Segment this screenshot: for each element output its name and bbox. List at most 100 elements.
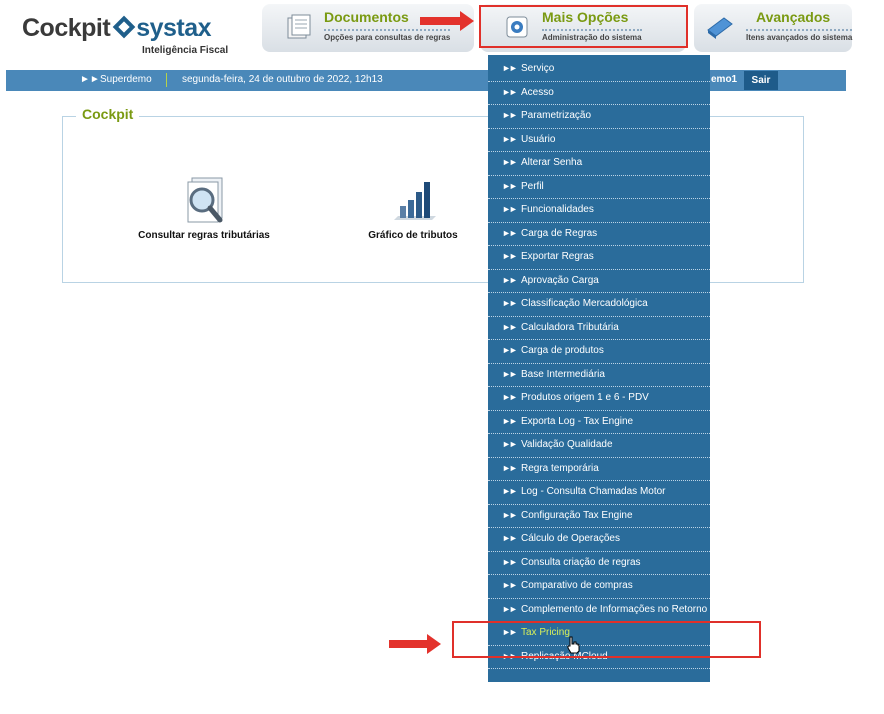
double-chevron-icon: ►► [502, 227, 518, 238]
double-chevron-icon: ►► [502, 603, 518, 614]
consultar-regras-label: Consultar regras tributárias [138, 230, 270, 241]
menu-item[interactable]: ►► Consulta criação de regras [488, 552, 710, 575]
logo-word-systax: systax [136, 14, 212, 42]
menu-item-label: Serviço [521, 63, 555, 74]
logo-diamond-icon [112, 15, 136, 39]
tab-documentos[interactable]: Documentos Opções para consultas de regr… [262, 4, 474, 52]
highlight-box-tax-pricing [452, 621, 761, 658]
tab-avancados-subtitle: Itens avançados do sistema [746, 29, 853, 42]
menu-item[interactable]: ►► Aprovação Carga [488, 270, 710, 293]
logo[interactable]: Cockpit systax Inteligência Fiscal [22, 12, 242, 56]
menu-item[interactable]: ►► Complemento de Informações no Retorno [488, 599, 710, 622]
menu-item-label: Funcionalidades [521, 204, 594, 215]
menu-item-label: Consulta criação de regras [521, 556, 641, 568]
menu-item[interactable]: ►► Parametrização [488, 105, 710, 129]
grafico-tributos-label: Gráfico de tributos [368, 230, 458, 241]
menu-item-label: Carga de Regras [521, 227, 598, 239]
double-chevron-icon: ►► [502, 580, 518, 590]
double-chevron-icon: ►► [502, 110, 518, 120]
menu-item-label: Usuário [521, 133, 556, 145]
diamond-icon [707, 17, 733, 39]
double-chevron-icon: ►► [502, 392, 518, 402]
menu-item-label: Regra temporária [521, 462, 599, 474]
menu-item[interactable]: ►► Calculadora Tributária [488, 317, 710, 340]
consultar-regras-link[interactable]: Consultar regras tributárias [130, 176, 278, 241]
grafico-tributos-link[interactable]: Gráfico de tributos [356, 176, 470, 241]
menu-item-label: Base Intermediária [521, 368, 605, 380]
current-user: Superdemo [100, 74, 152, 85]
tab-avancados[interactable]: Avançados Itens avançados do sistema [694, 4, 853, 52]
menu-item[interactable]: ►► Alterar Senha [488, 152, 710, 176]
menu-item[interactable]: ►► Exportar Regras [488, 246, 710, 270]
annotation-arrow-icon [420, 11, 474, 31]
double-chevron-icon: ►► [502, 180, 518, 191]
menu-item-label: Produtos origem 1 e 6 - PDV [521, 392, 649, 403]
current-date: segunda-feira, 24 de outubro de 2022, 12… [182, 74, 383, 85]
double-chevron-icon: ►► [502, 509, 518, 520]
menu-item[interactable]: ►► Log - Consulta Chamadas Motor [488, 481, 710, 505]
menu-item[interactable]: ►► Serviço [488, 58, 710, 82]
status-divider [166, 73, 167, 87]
menu-item-label: Carga de produtos [521, 345, 604, 356]
menu-item-label: Configuração Tax Engine [521, 509, 633, 521]
double-chevron-icon: ►► [502, 251, 518, 261]
tab-avancados-title: Avançados [756, 9, 831, 25]
double-chevron-icon: ►► [502, 368, 518, 379]
double-chevron-icon: ►► [502, 86, 518, 97]
current-user-right: emo1 [711, 74, 738, 85]
menu-item[interactable]: ►► Carga de produtos [488, 340, 710, 364]
double-chevron-icon: ►► [502, 133, 518, 144]
menu-item-label: Complemento de Informações no Retorno [521, 603, 708, 615]
mais-opcoes-dropdown: ►► Serviço ►► Acesso ►► Parametrização ►► Usuár… [488, 55, 710, 682]
double-chevron-icon: ►► [502, 486, 518, 496]
double-chevron-icon: ►► [502, 274, 518, 285]
menu-item[interactable]: ►► Regra temporária [488, 458, 710, 481]
menu-item-label: Cálculo de Operações [521, 533, 620, 544]
menu-item[interactable]: ►► Validação Qualidade [488, 434, 710, 458]
double-chevron-icon: ►► [80, 74, 100, 85]
menu-item-label: Parametrização [521, 110, 592, 121]
menu-item[interactable]: ►► Configuração Tax Engine [488, 505, 710, 528]
menu-item-label: Exportar Regras [521, 251, 594, 262]
menu-item[interactable]: ►► Acesso [488, 82, 710, 105]
double-chevron-icon: ►► [502, 556, 518, 567]
tab-documentos-subtitle: Opções para consultas de regras [324, 29, 451, 42]
logo-word-cockpit: Cockpit [22, 14, 111, 42]
logo-tagline: Inteligência Fiscal [142, 45, 229, 56]
double-chevron-icon: ►► [502, 345, 518, 355]
logo-wordmark: Cockpit systax [22, 14, 212, 43]
menu-item[interactable]: ►► Perfil [488, 176, 710, 199]
status-bar: ►► Superdemo segunda-feira, 24 de outubr… [6, 70, 846, 91]
menu-item[interactable]: ►► Base Intermediária [488, 364, 710, 387]
menu-item[interactable]: ►► Usuário [488, 129, 710, 152]
tab-documentos-title: Documentos [324, 9, 409, 25]
menu-item-label: Acesso [521, 86, 554, 98]
menu-item-label: Calculadora Tributária [521, 321, 619, 333]
menu-item-label: Classificação Mercadológica [521, 298, 648, 309]
menu-item[interactable]: ►► Cálculo de Operações [488, 528, 710, 552]
menu-item-label: Log - Consulta Chamadas Motor [521, 486, 666, 497]
highlight-box-mais-opcoes [479, 5, 688, 48]
menu-item[interactable]: ►► Produtos origem 1 e 6 - PDV [488, 387, 710, 411]
menu-item[interactable]: ►► Carga de Regras [488, 223, 710, 246]
menu-item-label: Exporta Log - Tax Engine [521, 415, 634, 427]
menu-item[interactable]: ►► Exporta Log - Tax Engine [488, 411, 710, 434]
menu-item-label: Perfil [521, 180, 544, 192]
menu-item[interactable]: ►► Comparativo de compras [488, 575, 710, 599]
menu-item[interactable]: ►► Classificação Mercadológica [488, 293, 710, 317]
double-chevron-icon: ►► [502, 204, 518, 214]
magnifier-document-icon [187, 177, 223, 223]
panel-title: Cockpit [76, 106, 140, 122]
app-root: Cockpit systax Inteligência Fiscal Docume… [0, 0, 884, 714]
double-chevron-icon: ►► [502, 298, 518, 308]
double-chevron-icon: ►► [502, 533, 518, 543]
hand-cursor-icon [567, 636, 580, 654]
double-chevron-icon: ►► [502, 462, 518, 473]
logout-button[interactable]: Sair [744, 71, 778, 90]
menu-item-label: Comparativo de compras [521, 580, 633, 591]
double-chevron-icon: ►► [502, 157, 518, 167]
menu-item[interactable]: ►► Funcionalidades [488, 199, 710, 223]
menu-item-label: Validação Qualidade [521, 439, 613, 450]
double-chevron-icon: ►► [502, 439, 518, 449]
double-chevron-icon: ►► [502, 321, 518, 332]
